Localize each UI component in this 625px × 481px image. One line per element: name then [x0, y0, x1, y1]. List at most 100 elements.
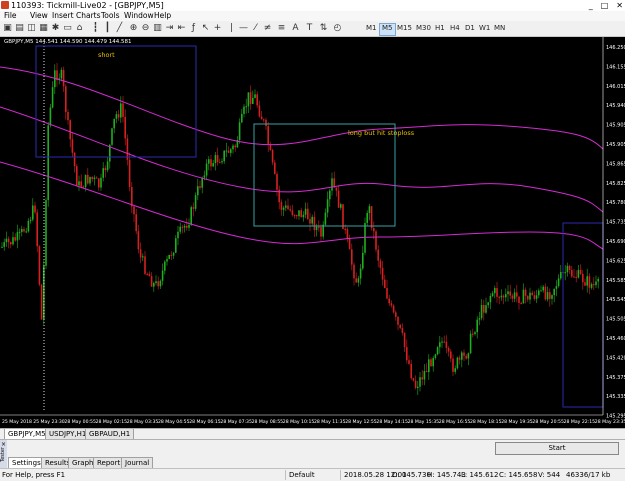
- candle-body: [408, 360, 410, 364]
- horizontal-line-icon[interactable]: —: [238, 23, 249, 34]
- timeframe-w1[interactable]: W1: [477, 23, 492, 34]
- price-tick-label: 145.825: [606, 181, 625, 187]
- time-tick-label: 28 May 19:35: [501, 419, 533, 425]
- candle-body: [291, 210, 294, 216]
- candle-body: [318, 226, 320, 228]
- indicators-icon[interactable]: ƒ: [188, 23, 199, 34]
- candle-body: [458, 357, 461, 360]
- candle-chart-icon[interactable]: ┃: [102, 23, 113, 34]
- periodicity-icon[interactable]: ◴: [332, 23, 343, 34]
- menu-charts[interactable]: Charts: [76, 11, 101, 21]
- timeframe-m30[interactable]: M30: [414, 23, 433, 34]
- menu-insert[interactable]: Insert: [52, 11, 74, 21]
- channel-icon[interactable]: ≠: [262, 23, 273, 34]
- candle-body: [560, 272, 562, 279]
- cursor-icon[interactable]: ↖: [200, 23, 211, 34]
- minimize-button[interactable]: _: [589, 0, 593, 11]
- candle-body: [201, 177, 203, 188]
- candle-body: [87, 174, 89, 184]
- profiles-icon[interactable]: ▤: [14, 23, 25, 34]
- bar-chart-icon[interactable]: ┇: [90, 23, 101, 34]
- tile-windows-icon[interactable]: ▥: [152, 23, 163, 34]
- text-tool-icon[interactable]: A: [290, 23, 301, 34]
- candle-body: [452, 358, 454, 372]
- start-button[interactable]: Start: [495, 442, 619, 455]
- chart-shift-icon[interactable]: ⇤: [176, 23, 187, 34]
- trendline-icon[interactable]: ⁄: [250, 23, 261, 34]
- candle-body: [95, 177, 98, 179]
- strategy-tester-icon[interactable]: ⌂: [74, 23, 85, 34]
- price-tick-label: 145.375: [606, 375, 625, 381]
- candle-body: [179, 226, 181, 232]
- candle-body: [590, 284, 593, 288]
- timeframe-d1[interactable]: D1: [463, 23, 477, 34]
- status-open: O: 145.730: [392, 471, 431, 479]
- chart-canvas[interactable]: GBPJPY,M5 144.541 144.590 144.479 144.58…: [0, 37, 625, 428]
- long-zone-box: [253, 123, 396, 227]
- candle-body: [326, 199, 329, 213]
- price-tick-label: 145.905: [606, 123, 625, 129]
- vertical-line-icon[interactable]: |: [226, 23, 237, 34]
- crosshair-icon[interactable]: +: [212, 23, 223, 34]
- candle-body: [197, 186, 199, 196]
- time-tick-label: 28 May 02:15: [96, 419, 128, 425]
- arrows-icon[interactable]: ⇅: [318, 23, 329, 34]
- fibonacci-icon[interactable]: ≡: [276, 23, 287, 34]
- candle-body: [597, 278, 599, 282]
- candle-body: [135, 214, 137, 232]
- data-window-icon[interactable]: ▦: [38, 23, 49, 34]
- candle-body: [450, 351, 452, 359]
- right-zone-box: [562, 222, 604, 408]
- candle-body: [18, 231, 21, 233]
- candle-body: [368, 206, 371, 213]
- price-tick-label: 145.460: [606, 336, 625, 342]
- status-close: C: 145.658: [499, 471, 538, 479]
- candle-body: [423, 371, 426, 380]
- candle-body: [274, 162, 276, 174]
- candle-body: [496, 288, 498, 297]
- navigator-icon[interactable]: ✱: [50, 23, 61, 34]
- candle-body: [421, 377, 423, 380]
- candle-body: [359, 268, 362, 279]
- candle-body: [401, 327, 404, 333]
- timeframe-mn[interactable]: MN: [492, 23, 507, 34]
- autoscroll-icon[interactable]: ⇥: [164, 23, 175, 34]
- menu-file[interactable]: File: [4, 11, 17, 21]
- menu-view[interactable]: View: [30, 11, 48, 21]
- candle-body: [351, 249, 353, 265]
- menu-tools[interactable]: Tools: [101, 11, 119, 21]
- price-tick-label: 145.780: [606, 200, 625, 206]
- candle-body: [436, 347, 439, 355]
- candle-body: [36, 212, 38, 247]
- timeframe-m15[interactable]: M15: [395, 23, 414, 34]
- menu-window[interactable]: Window: [124, 11, 154, 21]
- candle-body: [329, 190, 331, 200]
- tester-close-icon[interactable]: ×: [1, 441, 6, 448]
- menu-help[interactable]: Help: [154, 11, 171, 21]
- time-tick-label: 28 May 08:55: [252, 419, 284, 425]
- terminal-icon[interactable]: ▭: [62, 23, 73, 34]
- time-tick-label: 28 May 04:55: [158, 419, 190, 425]
- new-chart-icon[interactable]: ▣: [2, 23, 13, 34]
- candle-body: [465, 355, 467, 359]
- candle-body: [78, 181, 80, 186]
- menu-bar: File View Insert Charts Tools Window Hel…: [0, 11, 625, 21]
- candles-layer: [1, 62, 599, 395]
- candle-body: [282, 207, 285, 210]
- candle-body: [258, 105, 261, 117]
- candle-body: [159, 280, 162, 287]
- close-button[interactable]: ✕: [616, 0, 623, 11]
- timeframe-h4[interactable]: H4: [448, 23, 462, 34]
- timeframe-m1[interactable]: M1: [364, 23, 379, 34]
- line-chart-icon[interactable]: ╱: [114, 23, 125, 34]
- status-profile: Default: [289, 471, 315, 479]
- zoom-out-icon[interactable]: ⊖: [140, 23, 151, 34]
- timeframe-h1[interactable]: H1: [433, 23, 447, 34]
- zoom-in-icon[interactable]: ⊕: [128, 23, 139, 34]
- label-tool-icon[interactable]: T: [304, 23, 315, 34]
- market-watch-icon[interactable]: ◫: [26, 23, 37, 34]
- price-chart[interactable]: GBPJPY,M5 144.541 144.590 144.479 144.58…: [0, 37, 625, 428]
- timeframe-m5[interactable]: M5: [379, 23, 396, 36]
- candle-body: [146, 273, 148, 275]
- maximize-button[interactable]: □: [601, 0, 609, 11]
